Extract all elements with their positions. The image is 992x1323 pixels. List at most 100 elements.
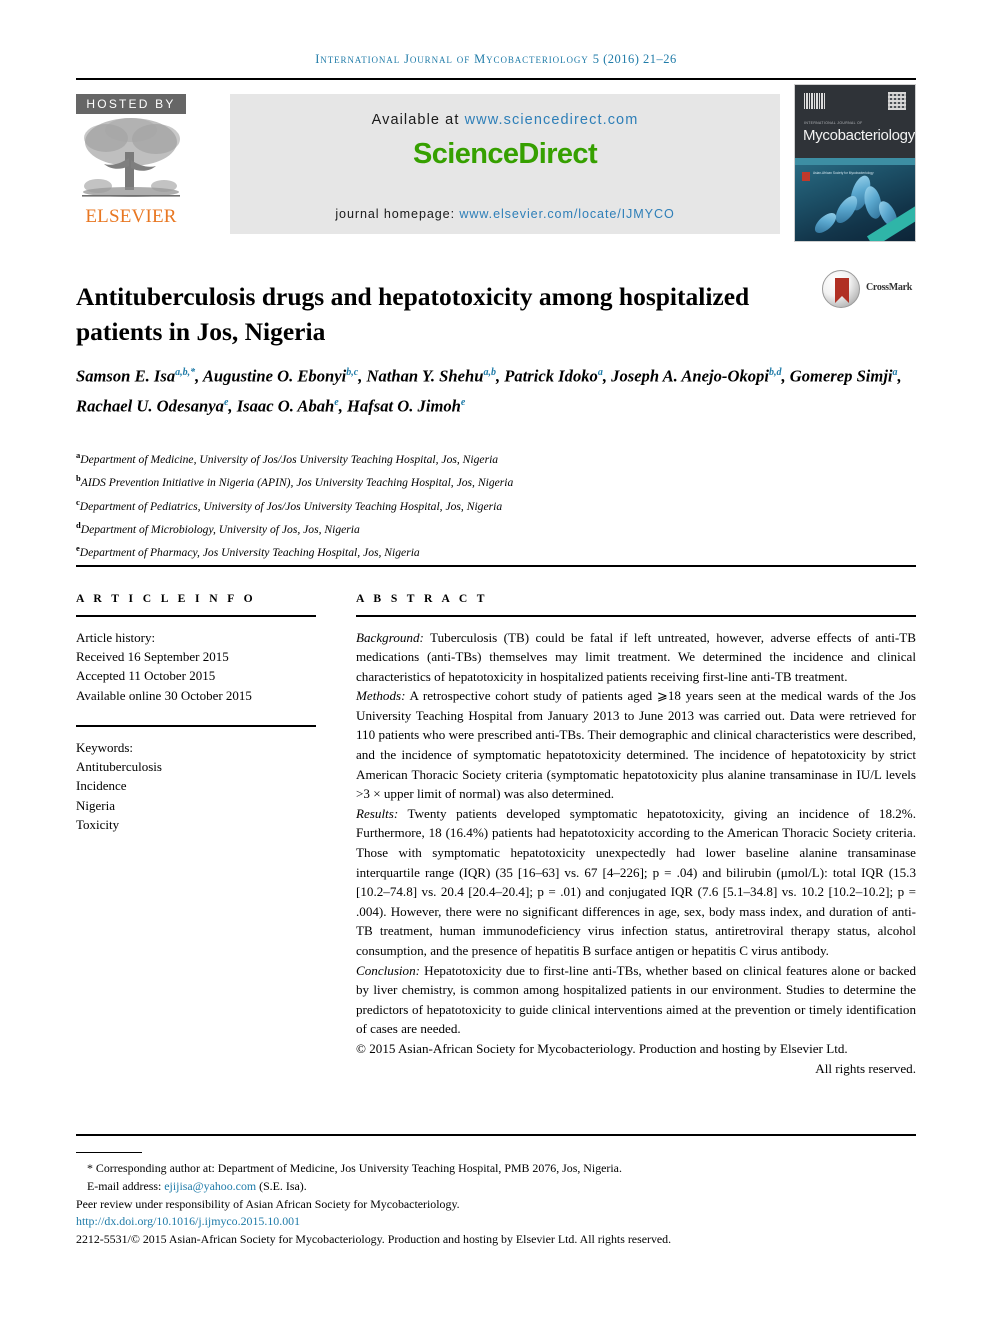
- journal-homepage-line: journal homepage: www.elsevier.com/locat…: [230, 207, 780, 221]
- masthead: HOSTED BY ELSEVIER Available at www.scie…: [76, 84, 916, 242]
- crossmark-label: CrossMark: [866, 282, 913, 293]
- elsevier-wordmark: ELSEVIER: [85, 206, 177, 227]
- author-affil-mark: e: [460, 396, 466, 408]
- available-at-line: Available at www.sciencedirect.com: [230, 112, 780, 128]
- cover-accent-band: [795, 158, 915, 165]
- keyword-item: Incidence: [76, 778, 127, 794]
- affiliation-text: AIDS Prevention Initiative in Nigeria (A…: [80, 476, 514, 490]
- keywords-divider: [76, 725, 316, 727]
- abstract-section: Background: Tuberculosis (TB) could be f…: [356, 628, 916, 687]
- article-accepted: Accepted 11 October 2015: [76, 668, 216, 684]
- available-at-label: Available at: [371, 112, 465, 128]
- sciencedirect-panel: Available at www.sciencedirect.com Scien…: [230, 94, 780, 234]
- article-info-column: A R T I C L E I N F O Article history: R…: [76, 592, 316, 835]
- abstract-heading: A B S T R A C T: [356, 592, 488, 605]
- abstract-section: Methods: A retrospective cohort study of…: [356, 686, 916, 804]
- cover-title: Mycobacteriology: [803, 127, 915, 144]
- article-available-online: Available online 30 October 2015: [76, 687, 252, 703]
- abstract-column: A B S T R A C T Background: Tuberculosis…: [356, 592, 916, 1078]
- author-name: , Joseph A. Anejo-Okopi: [602, 366, 769, 386]
- footnote-separator: [76, 1152, 142, 1154]
- abstract-copyright: © 2015 Asian-African Society for Mycobac…: [356, 1040, 848, 1056]
- barcode-icon: [804, 93, 826, 109]
- keyword-item: Toxicity: [76, 817, 120, 833]
- affiliation-item: bAIDS Prevention Initiative in Nigeria (…: [76, 469, 776, 492]
- keywords-label: Keywords:: [76, 739, 134, 755]
- body-top-rule: [76, 565, 916, 567]
- corresponding-author-note: * Corresponding author at: Department of…: [87, 1161, 622, 1176]
- article-info-divider: [76, 615, 316, 617]
- cover-subtitle: INTERNATIONAL JOURNAL OF: [804, 121, 863, 125]
- abstract-section-text: A retrospective cohort study of patients…: [356, 688, 916, 802]
- abstract-section: Results: Twenty patients developed sympt…: [356, 804, 916, 961]
- peer-review-note: Peer review under responsibility of Asia…: [76, 1196, 460, 1211]
- crossmark-circle-icon: [822, 270, 860, 308]
- article-history: Article history: Received 16 September 2…: [76, 628, 316, 706]
- running-head: International Journal of Mycobacteriolog…: [76, 52, 916, 67]
- author-name: , Augustine O. Ebonyi: [195, 366, 347, 386]
- author-affil-mark: a,b: [483, 367, 496, 378]
- email-label: E-mail address:: [87, 1178, 165, 1193]
- cover-top-band: INTERNATIONAL JOURNAL OF Mycobacteriolog…: [795, 85, 915, 158]
- author-list: Samson E. Isaa,b,*, Augustine O. Ebonyib…: [76, 360, 926, 419]
- affiliation-item: eDepartment of Pharmacy, Jos University …: [76, 539, 776, 562]
- journal-cover-thumbnail: INTERNATIONAL JOURNAL OF Mycobacteriolog…: [794, 84, 916, 242]
- author-name: , Isaac O. Abah: [228, 396, 335, 416]
- sciencedirect-logo: ScienceDirect: [412, 138, 598, 170]
- affiliation-text: Department of Pediatrics, University of …: [79, 499, 503, 513]
- author-affil-mark: a,b,*: [175, 367, 196, 378]
- email-link[interactable]: ejijisa@yahoo.com: [164, 1179, 256, 1193]
- abstract-divider: [356, 615, 916, 617]
- author-affil-mark: b,c: [346, 367, 359, 378]
- cover-photo: Asian-African Society for Mycobacteriolo…: [795, 158, 915, 241]
- journal-homepage-link[interactable]: www.elsevier.com/locate/IJMYCO: [459, 207, 674, 221]
- abstract-section: Conclusion: Hepatotoxicity due to first-…: [356, 961, 916, 1039]
- sciencedirect-link[interactable]: www.sciencedirect.com: [465, 112, 639, 128]
- author-name: Samson E. Isa: [76, 366, 176, 386]
- affiliation-item: dDepartment of Microbiology, University …: [76, 516, 776, 539]
- abstract-section-text: Tuberculosis (TB) could be fatal if left…: [356, 629, 916, 684]
- header-rule: [76, 78, 916, 80]
- affiliation-text: Department of Medicine, University of Jo…: [80, 452, 499, 466]
- qr-code-icon: [888, 92, 906, 110]
- abstract-section-text: Twenty patients developed symptomatic he…: [356, 805, 916, 958]
- abstract-section-label: Results:: [356, 805, 399, 821]
- keyword-item: Antituberculosis: [76, 759, 162, 775]
- journal-article-page: International Journal of Mycobacteriolog…: [0, 0, 992, 1323]
- bacteria-shape: [811, 209, 840, 237]
- running-head-volume: 5 (2016) 21–26: [592, 52, 677, 66]
- keywords-block: Keywords: Antituberculosis Incidence Nig…: [76, 738, 316, 835]
- article-info-heading: A R T I C L E I N F O: [76, 592, 257, 605]
- crossmark-badge[interactable]: CrossMark: [822, 268, 922, 312]
- cover-society-logo-icon: [802, 172, 810, 181]
- hosted-by-badge: HOSTED BY: [76, 94, 186, 114]
- keyword-item: Nigeria: [76, 797, 115, 813]
- journal-homepage-label: journal homepage:: [335, 207, 460, 221]
- author-name: , Nathan Y. Shehu: [358, 366, 484, 386]
- hosted-by-block: HOSTED BY ELSEVIER: [76, 94, 188, 234]
- author-name: , Hafsat O. Jimoh: [338, 396, 461, 416]
- author-name: , Patrick Idoko: [495, 366, 598, 386]
- article-received: Received 16 September 2015: [76, 648, 229, 664]
- abstract-body: Background: Tuberculosis (TB) could be f…: [356, 628, 916, 1079]
- affiliation-item: cDepartment of Pediatrics, University of…: [76, 493, 776, 516]
- email-suffix: (S.E. Isa).: [256, 1178, 307, 1193]
- abstract-section-label: Methods:: [356, 688, 406, 704]
- abstract-section-label: Background:: [356, 629, 424, 645]
- footer-rule: [76, 1134, 916, 1136]
- crossmark-bookmark-icon: [835, 278, 849, 303]
- elsevier-tree-icon: [76, 114, 186, 206]
- affiliation-list: aDepartment of Medicine, University of J…: [76, 446, 776, 562]
- affiliation-item: aDepartment of Medicine, University of J…: [76, 446, 776, 469]
- affiliation-text: Department of Microbiology, University o…: [80, 522, 360, 536]
- abstract-rights: All rights reserved.: [815, 1060, 916, 1076]
- footnotes: * Corresponding author at: Department of…: [76, 1152, 936, 1248]
- article-history-label: Article history:: [76, 629, 156, 645]
- email-note: E-mail address: ejijisa@yahoo.com (S.E. …: [76, 1178, 936, 1196]
- page-title: Antituberculosis drugs and hepatotoxicit…: [76, 282, 750, 347]
- cover-society-text: Asian-African Society for Mycobacteriolo…: [813, 171, 874, 175]
- issn-copyright-line: 2212-5531/© 2015 Asian-African Society f…: [76, 1231, 672, 1246]
- doi-link[interactable]: http://dx.doi.org/10.1016/j.ijmyco.2015.…: [76, 1214, 300, 1228]
- author-affil-mark: b,d: [768, 367, 782, 378]
- running-head-journal: International Journal of Mycobacteriolog…: [315, 52, 589, 66]
